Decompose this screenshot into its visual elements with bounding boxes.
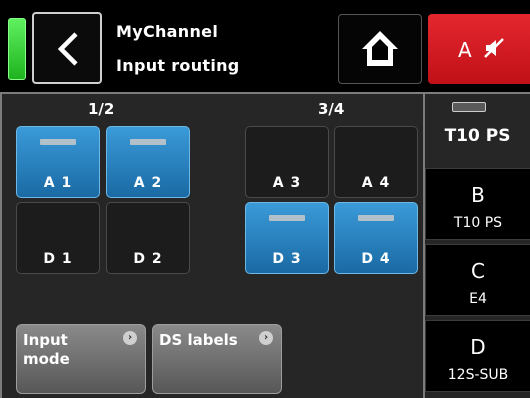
tile-label: D 1 <box>43 251 73 267</box>
tile-label: D 2 <box>133 251 163 267</box>
ds-labels-label: DS labels <box>159 331 238 349</box>
header-bar: MyChannel Input routing A <box>0 0 530 92</box>
channel-name: T10 PS <box>453 215 503 231</box>
input-tile-a3[interactable]: A 3 <box>245 126 329 198</box>
mute-channel-label: A <box>458 38 472 62</box>
group-label-1-2: 1/2 <box>88 100 115 118</box>
input-tile-d3[interactable]: D 3 <box>245 202 329 274</box>
ds-labels-button[interactable]: DS labels › <box>152 324 282 394</box>
tile-label: A 4 <box>361 175 391 191</box>
channel-name: E4 <box>469 291 487 307</box>
input-tile-a2[interactable]: A 2 <box>106 126 190 198</box>
tile-indicator <box>358 215 394 221</box>
channel-tab-d[interactable]: D 12S-SUB <box>425 320 530 392</box>
tile-indicator <box>269 215 305 221</box>
group-label-3-4: 3/4 <box>318 100 345 118</box>
input-tile-a4[interactable]: A 4 <box>334 126 418 198</box>
input-mode-label: Input mode <box>23 331 70 368</box>
amplifier-name: T10 PS <box>444 126 511 146</box>
chevron-left-icon <box>57 32 78 66</box>
tile-label: A 3 <box>272 175 302 191</box>
channel-letter: B <box>471 183 485 207</box>
input-mode-button[interactable]: Input mode › <box>16 324 146 394</box>
home-icon <box>362 31 398 66</box>
page-title: MyChannel <box>116 22 219 41</box>
tile-indicator <box>130 139 166 145</box>
chevron-right-icon: › <box>259 331 273 345</box>
input-tile-d2[interactable]: D 2 <box>106 202 190 274</box>
tile-label: A 2 <box>133 175 163 191</box>
chevron-right-icon: › <box>123 331 137 345</box>
input-tile-d4[interactable]: D 4 <box>334 202 418 274</box>
tile-label: D 3 <box>272 251 302 267</box>
page-subtitle: Input routing <box>116 56 240 75</box>
routing-panel: 1/2 3/4 A 1 A 2 A 3 A 4 D 1 D 2 D 3 D 4 … <box>0 92 425 398</box>
input-tile-a1[interactable]: A 1 <box>16 126 100 198</box>
tile-label: D 4 <box>361 251 391 267</box>
input-tile-d1[interactable]: D 1 <box>16 202 100 274</box>
channel-tab-c[interactable]: C E4 <box>425 244 530 316</box>
status-led <box>8 18 26 80</box>
tile-indicator <box>40 139 76 145</box>
channel-name: 12S-SUB <box>447 367 509 383</box>
channel-letter: D <box>470 335 486 359</box>
speaker-mute-icon <box>484 38 504 58</box>
mute-button[interactable]: A <box>428 14 530 84</box>
back-button[interactable] <box>32 12 102 84</box>
channel-tab-b[interactable]: B T10 PS <box>425 168 530 240</box>
tile-label: A 1 <box>43 175 73 191</box>
home-button[interactable] <box>338 14 422 84</box>
channel-sidebar: T10 PS B T10 PS C E4 D 12S-SUB <box>425 92 530 398</box>
channel-letter: C <box>471 259 485 283</box>
amplifier-indicator <box>452 102 486 112</box>
